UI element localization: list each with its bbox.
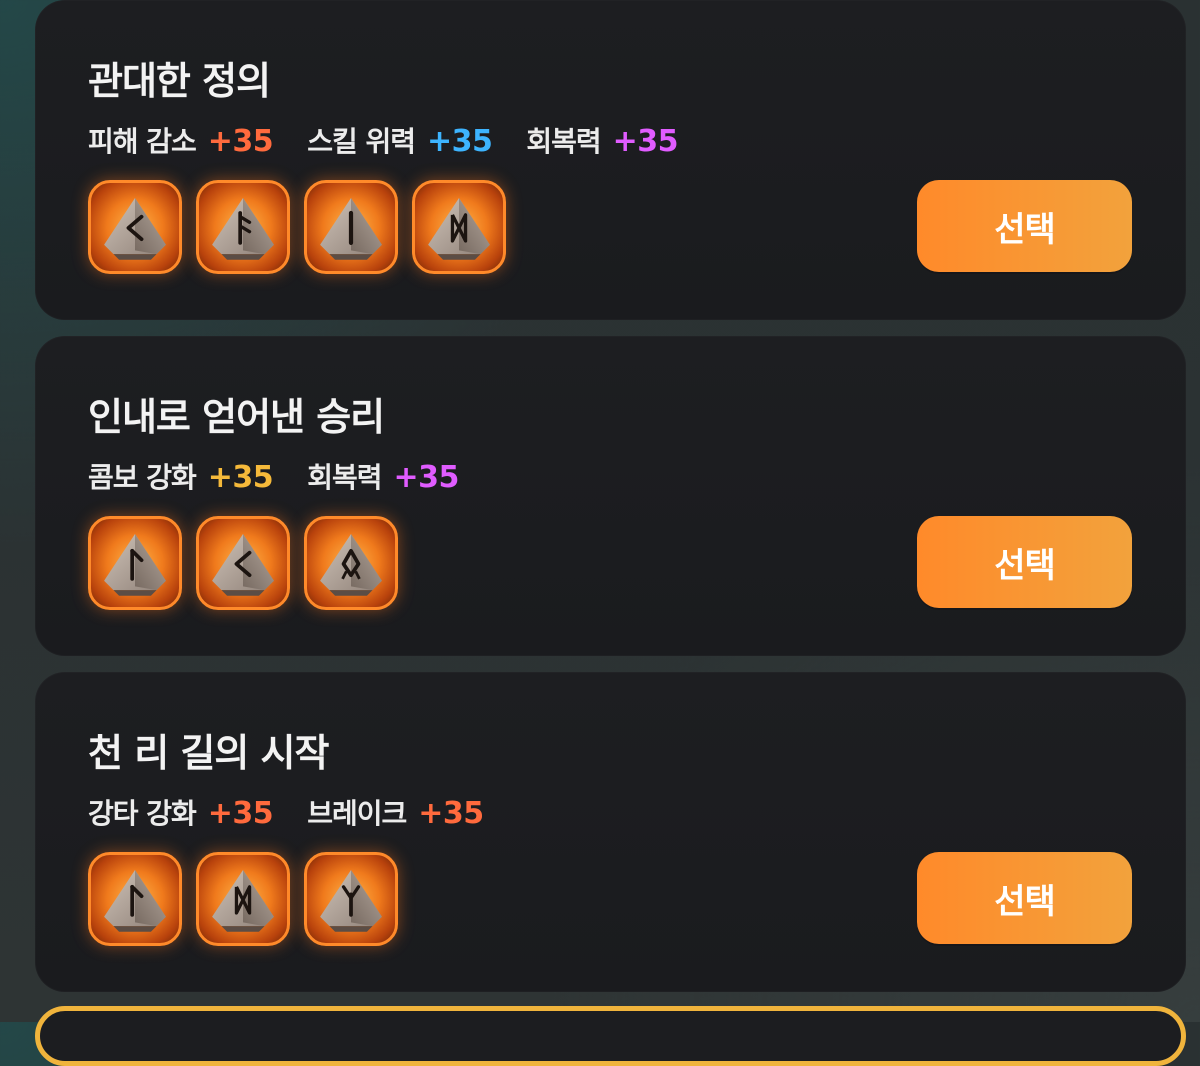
stat-item: 회복력 +35 xyxy=(307,456,459,496)
card-title: 천 리 길의 시작 xyxy=(88,731,329,775)
rune-othala-icon[interactable] xyxy=(304,516,398,610)
stat-value: +35 xyxy=(207,124,274,159)
stat-item: 콤보 강화 +35 xyxy=(88,456,274,496)
rune-kaun-icon[interactable] xyxy=(196,516,290,610)
stat-label: 브레이크 xyxy=(307,797,407,830)
stat-item: 강타 강화 +35 xyxy=(88,792,274,832)
rune-list xyxy=(88,852,412,946)
stat-value: +35 xyxy=(207,796,274,831)
rune-set-card: 인내로 얻어낸 승리 콤보 강화 +35 회복력 +35 선택 xyxy=(35,336,1186,656)
stat-item: 브레이크 +35 xyxy=(307,792,484,832)
stat-item: 스킬 위력 +35 xyxy=(307,120,493,160)
stat-list: 강타 강화 +35 브레이크 +35 xyxy=(88,792,518,832)
rune-algiz-icon[interactable] xyxy=(304,852,398,946)
stat-value: +35 xyxy=(393,460,459,495)
stat-item: 회복력 +35 xyxy=(526,120,678,160)
stat-item: 피해 감소 +35 xyxy=(88,120,274,160)
stat-label: 강타 강화 xyxy=(88,797,197,830)
rune-list xyxy=(88,516,412,610)
stat-value: +35 xyxy=(612,124,679,159)
card-title: 인내로 얻어낸 승리 xyxy=(88,395,385,439)
stat-label: 콤보 강화 xyxy=(88,461,197,494)
select-button[interactable]: 선택 xyxy=(917,852,1132,944)
rune-ansuz-icon[interactable] xyxy=(196,180,290,274)
stat-label: 회복력 xyxy=(307,461,382,494)
rune-set-card: 관대한 정의 피해 감소 +35 스킬 위력 +35 회복력 +35 선택 xyxy=(35,0,1186,320)
stat-value: +35 xyxy=(426,124,493,159)
rune-dagaz-icon[interactable] xyxy=(196,852,290,946)
stat-list: 피해 감소 +35 스킬 위력 +35 회복력 +35 xyxy=(88,120,712,160)
rune-kaun-icon[interactable] xyxy=(88,180,182,274)
stat-label: 스킬 위력 xyxy=(307,125,416,158)
stat-label: 피해 감소 xyxy=(88,125,197,158)
stat-value: +35 xyxy=(418,796,484,831)
stat-value: +35 xyxy=(207,460,274,495)
stat-list: 콤보 강화 +35 회복력 +35 xyxy=(88,456,493,496)
rune-set-card: 천 리 길의 시작 강타 강화 +35 브레이크 +35 선택 xyxy=(35,672,1186,992)
rune-dagaz-icon[interactable] xyxy=(412,180,506,274)
select-button[interactable]: 선택 xyxy=(917,516,1132,608)
stat-label: 회복력 xyxy=(526,125,601,158)
card-title: 관대한 정의 xyxy=(88,59,271,103)
rune-list xyxy=(88,180,520,274)
rune-isa-icon[interactable] xyxy=(304,180,398,274)
select-button[interactable]: 선택 xyxy=(917,180,1132,272)
rune-set-card-highlighted[interactable] xyxy=(35,1006,1186,1066)
rune-laguz-icon[interactable] xyxy=(88,516,182,610)
rune-laguz-icon[interactable] xyxy=(88,852,182,946)
